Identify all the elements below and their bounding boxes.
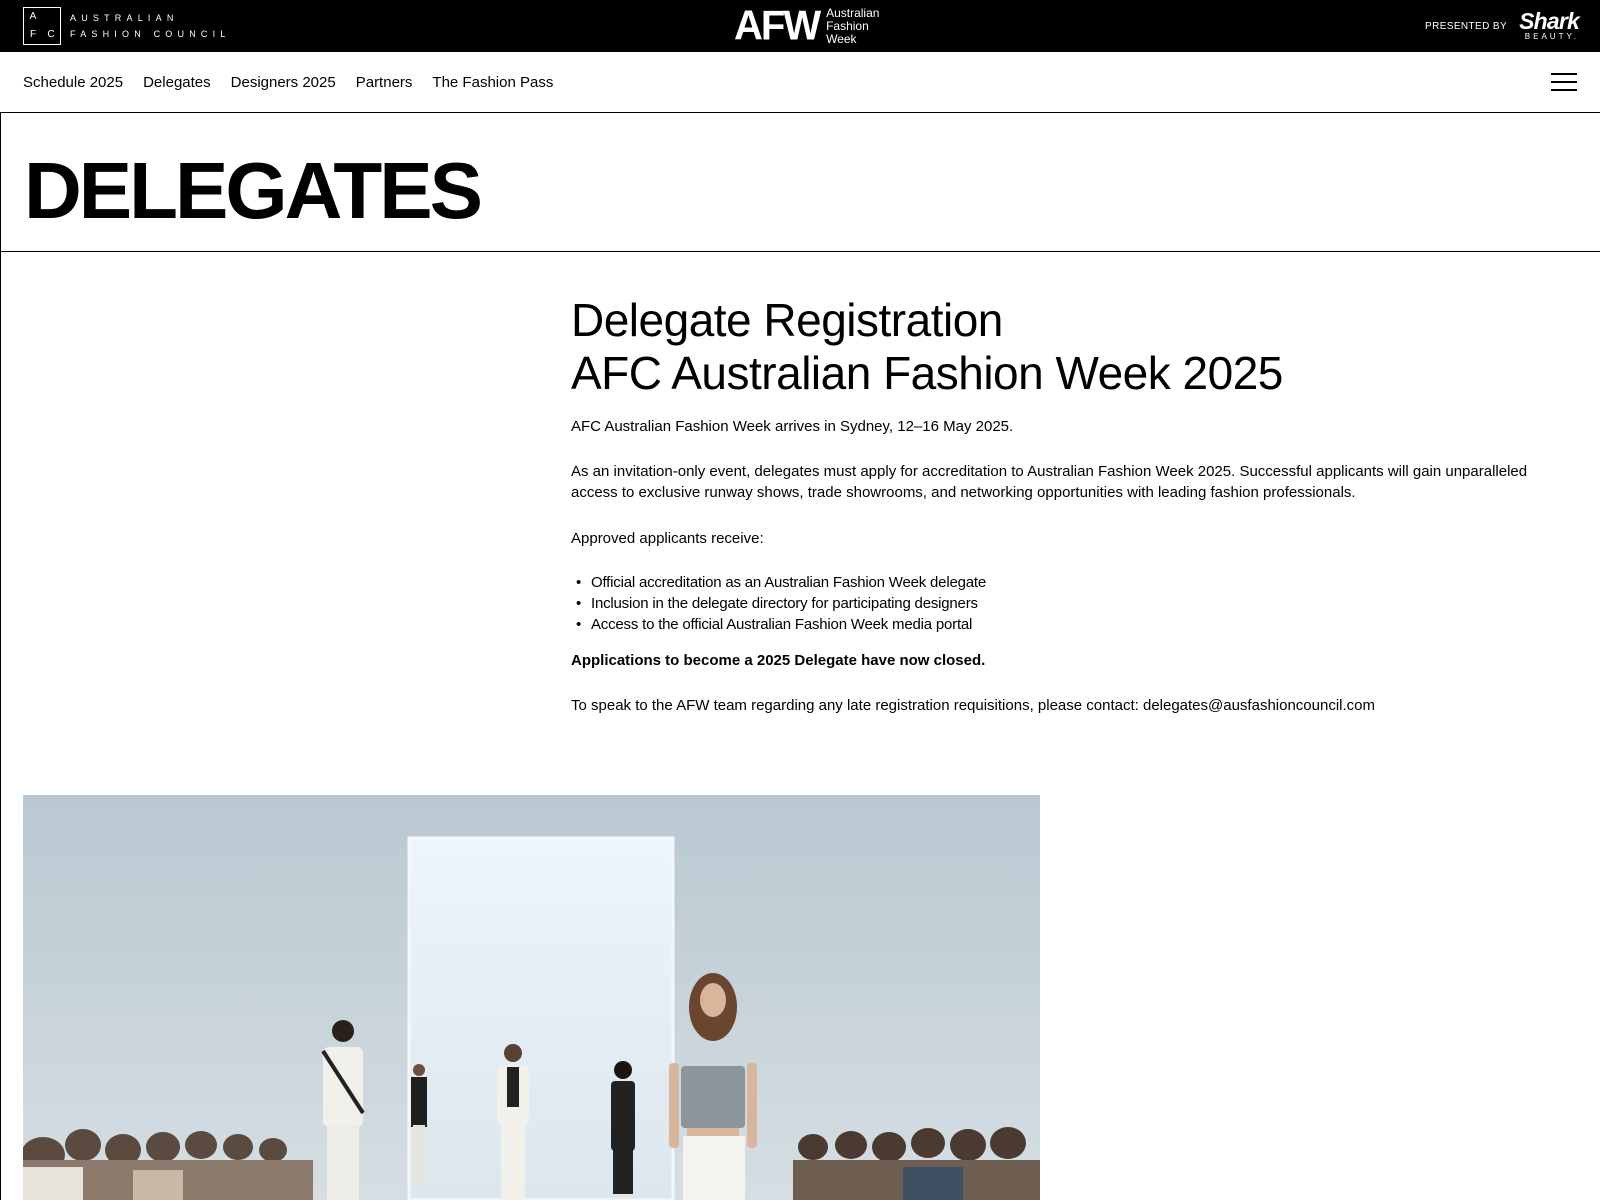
afw-logo-line2: Fashion [826,18,869,33]
afc-logo-line2: FASHION COUNCIL [70,29,231,39]
sponsor-block: PRESENTED BY Shark BEAUTY. [1425,7,1580,45]
top-bar: A F C AUSTRALIAN FASHION COUNCIL AFW Aus… [0,0,1600,52]
afw-logo-line1: Australian [826,5,880,20]
presented-by-label: PRESENTED BY [1425,20,1508,32]
afc-logo-line1: AUSTRALIAN [70,13,179,23]
nav-item-schedule-2025[interactable]: Schedule 2025 [23,74,123,91]
afc-logo-letter [42,8,60,26]
nav-item-delegates[interactable]: Delegates [143,74,211,91]
benefit-item: Access to the official Australian Fashio… [571,614,1551,635]
benefit-item: Inclusion in the delegate directory for … [571,593,1551,614]
afw-logo-mark: AFW [734,2,821,50]
afw-logo-line3: Week [826,31,857,46]
sponsor-name: Shark [1519,8,1580,34]
description-text: As an invitation-only event, delegates m… [571,463,1528,501]
nav-item-designers-2025[interactable]: Designers 2025 [231,74,336,91]
closed-notice: Applications to become a 2025 Delegate h… [571,652,986,669]
sponsor-sub: BEAUTY. [1524,32,1579,41]
runway-photo-illustration [23,795,1040,1200]
afc-logo-letter: C [47,29,55,40]
intro-text: AFC Australian Fashion Week arrives in S… [571,418,1014,435]
shark-beauty-logo[interactable]: Shark BEAUTY. [1519,8,1580,42]
contact-text[interactable]: To speak to the AFW team regarding any l… [571,695,1551,716]
page-title: DELEGATES [24,146,483,235]
main-nav: Schedule 2025 Delegates Designers 2025 P… [0,52,1600,113]
registration-heading: Delegate Registration AFC Australian Fas… [571,294,1571,400]
heading-line2: AFC Australian Fashion Week 2025 [571,347,1283,399]
hamburger-menu-icon[interactable] [1551,73,1577,91]
nav-item-partners[interactable]: Partners [356,74,413,91]
left-border [0,252,1,1200]
heading-line1: Delegate Registration [571,294,1003,346]
afc-logo-letter: F [29,29,37,40]
afc-logo-mark: A F C [23,7,61,45]
approved-label: Approved applicants receive: [571,530,764,547]
nav-item-fashion-pass[interactable]: The Fashion Pass [432,74,553,91]
page-title-band: DELEGATES [0,113,1600,252]
hamburger-line [1551,81,1577,83]
benefits-list: Official accreditation as an Australian … [571,572,1551,635]
hamburger-line [1551,89,1577,91]
hamburger-line [1551,73,1577,75]
afc-logo-letter: A [29,11,37,22]
benefit-item: Official accreditation as an Australian … [571,572,1551,593]
main-content: Delegate Registration AFC Australian Fas… [571,294,1571,714]
runway-photo [23,795,1040,1200]
afw-logo[interactable]: AFW Australian Fashion Week [734,2,880,50]
afc-logo[interactable]: A F C AUSTRALIAN FASHION COUNCIL [23,7,231,45]
